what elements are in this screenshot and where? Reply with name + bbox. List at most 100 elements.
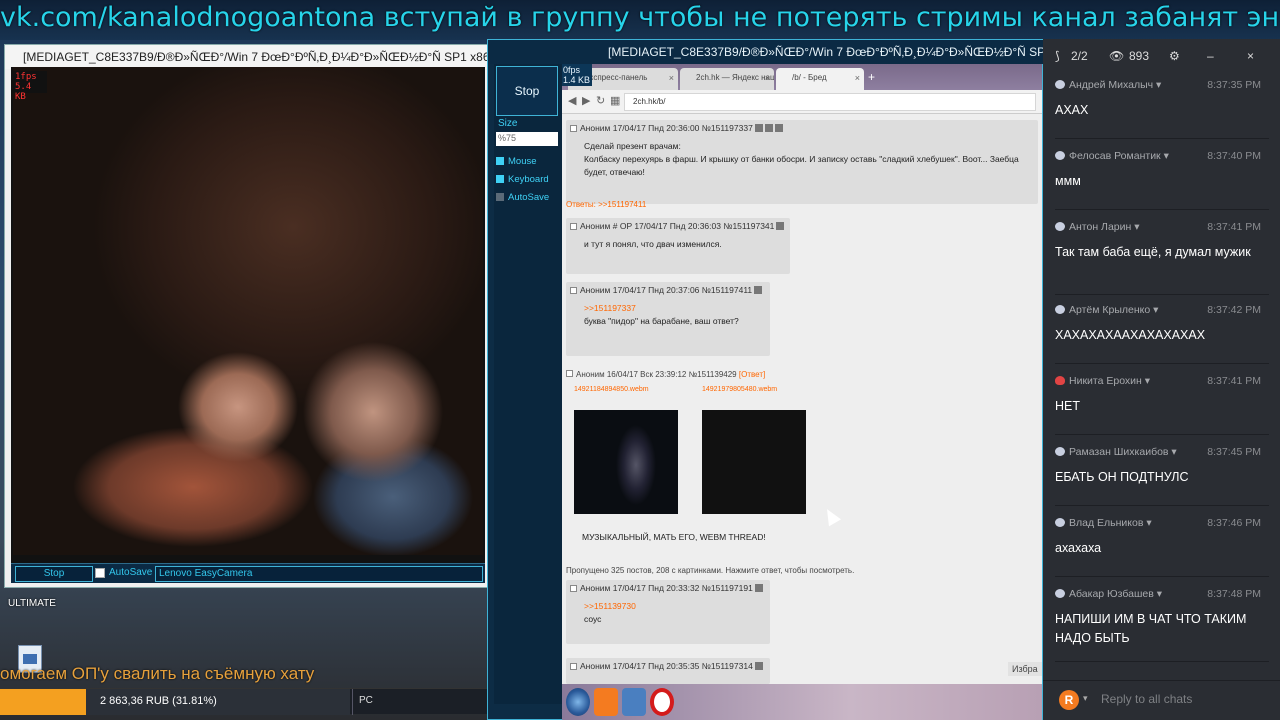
op-post-header: Аноним 16/04/17 Вск 23:39:12 №151139429 … bbox=[566, 370, 765, 379]
app-taskbar-icon[interactable] bbox=[622, 688, 646, 716]
progress-fill bbox=[0, 689, 87, 715]
reply-link[interactable]: >>151139730 bbox=[584, 600, 752, 613]
chevron-down-icon[interactable]: ▾ bbox=[1083, 693, 1088, 704]
reload-icon[interactable]: ↻ bbox=[596, 94, 605, 107]
chat-message[interactable]: Артём Крыленко ▾ 8:37:42 PM ХАХАХАХААХАХАХ… bbox=[1055, 304, 1269, 364]
chat-message[interactable]: Никита Ерохин ▾ 8:37:41 PM НЕТ bbox=[1055, 375, 1269, 435]
post-header: Аноним 17/04/17 Пнд 20:37:06 №151197411 bbox=[566, 282, 770, 298]
favorites-button[interactable]: Избра bbox=[1008, 662, 1042, 676]
new-tab-icon[interactable]: + bbox=[868, 70, 875, 84]
post-menu-icon[interactable] bbox=[754, 124, 763, 132]
url-field[interactable]: 2ch.hk/b/ bbox=[624, 93, 1036, 111]
vk-icon bbox=[1055, 151, 1065, 160]
reply-input[interactable]: Reply to all chats bbox=[1101, 692, 1192, 706]
post-checkbox[interactable] bbox=[570, 223, 577, 230]
forward-icon[interactable]: ▶ bbox=[582, 94, 590, 107]
mouse-cursor-icon bbox=[820, 505, 842, 527]
post-body: >>151197337 буква "пидор" на барабане, в… bbox=[566, 298, 770, 332]
message-time: 8:37:40 PM bbox=[1207, 150, 1261, 162]
chat-message[interactable]: Рамазан Шихкаибов ▾ 8:37:45 PM ЕБАТЬ ОН ПО… bbox=[1055, 446, 1269, 506]
webcam-window[interactable]: [MEDIAGET_C8E337B9/Ð®Ð»ÑŒÐ°/Win 7 ÐœÐ°Ðº… bbox=[4, 44, 490, 588]
chat-message[interactable]: Влад Ельников ▾ 8:37:46 PM ахахаха bbox=[1055, 517, 1269, 577]
message-time: 8:37:35 PM bbox=[1207, 79, 1261, 91]
answers-line[interactable]: Ответы: >>151197411 bbox=[566, 200, 646, 209]
bandwidth-value: 5.4 KB bbox=[15, 82, 32, 102]
post-checkbox[interactable] bbox=[570, 663, 577, 670]
tab-2ch-b[interactable]: /b/ - Бред × bbox=[776, 68, 864, 90]
author-name: Фелосав Романтик bbox=[1069, 150, 1161, 162]
post-151197411: Аноним 17/04/17 Пнд 20:37:06 №151197411 … bbox=[566, 282, 770, 356]
start-button-icon[interactable] bbox=[566, 688, 590, 716]
post-menu-icon[interactable] bbox=[754, 286, 763, 294]
chat-message[interactable]: Абакар Юзбашев ▾ 8:37:48 PM НАПИШИ ИМ В ЧА… bbox=[1055, 588, 1269, 662]
device-select[interactable]: Lenovo EasyCamera bbox=[155, 566, 483, 582]
gear-icon[interactable]: ⚙ bbox=[1169, 49, 1180, 63]
webm-thumbnail-1[interactable] bbox=[574, 410, 678, 514]
close-icon[interactable]: × bbox=[669, 68, 674, 88]
capture-stop-button[interactable]: Stop bbox=[496, 66, 558, 116]
reply-button[interactable]: [Ответ] bbox=[739, 370, 765, 379]
skipped-posts-line[interactable]: Пропущено 325 постов, 208 с картинками. … bbox=[566, 566, 854, 575]
vk-icon bbox=[1055, 80, 1065, 89]
webcam-image bbox=[13, 67, 483, 555]
post-checkbox[interactable] bbox=[570, 125, 577, 132]
pc-column: PC bbox=[352, 689, 480, 715]
browser-window[interactable]: Экспресс-панель × 2ch.hk — Яндекс нашлось… bbox=[562, 64, 1042, 684]
reply-link[interactable]: >>151197337 bbox=[584, 302, 752, 315]
tab-yandex[interactable]: 2ch.hk — Яндекс нашлось× bbox=[680, 68, 774, 90]
back-icon[interactable]: ◀ bbox=[568, 94, 576, 107]
autosave-option[interactable]: AutoSave bbox=[496, 192, 549, 203]
webm-link-1[interactable]: 14921184894850.webm bbox=[574, 386, 649, 393]
autosave-label: AutoSave bbox=[109, 567, 153, 578]
webm-link-2[interactable]: 14921979805480.webm bbox=[702, 386, 777, 393]
message-time: 8:37:45 PM bbox=[1207, 446, 1261, 458]
post-menu-icon[interactable] bbox=[754, 584, 763, 592]
post-checkbox[interactable] bbox=[570, 287, 577, 294]
opera-taskbar-icon[interactable] bbox=[650, 688, 674, 716]
chat-message[interactable]: Антон Ларин ▾ 8:37:41 PM Так там баба ещё,… bbox=[1055, 221, 1269, 295]
message-time: 8:37:48 PM bbox=[1207, 588, 1261, 600]
webcam-window-title[interactable]: [MEDIAGET_C8E337B9/Ð®Ð»ÑŒÐ°/Win 7 ÐœÐ°Ðº… bbox=[5, 45, 489, 69]
restream-logo-icon[interactable]: R bbox=[1059, 690, 1079, 710]
autosave-checkbox[interactable] bbox=[496, 193, 504, 201]
capture-window-title[interactable]: [MEDIAGET_C8E337B9/Ð®Ð»ÑŒÐ°/Win 7 ÐœÐ°Ðº… bbox=[488, 40, 1044, 64]
post-text: и тут я понял, что двач изменился. bbox=[584, 239, 722, 249]
size-select[interactable]: %75 bbox=[496, 132, 558, 146]
post-menu-icon[interactable] bbox=[774, 124, 783, 132]
browser-tab-bar: Экспресс-панель × 2ch.hk — Яндекс нашлось… bbox=[562, 64, 1042, 90]
post-menu-icon[interactable] bbox=[754, 662, 763, 670]
answers-link[interactable]: Ответы: >>151197411 bbox=[566, 200, 646, 209]
chat-message[interactable]: Андрей Михалыч ▾ 8:37:35 PM АХАХ bbox=[1055, 79, 1269, 139]
post-menu-icon[interactable] bbox=[776, 222, 785, 230]
keyboard-option[interactable]: Keyboard bbox=[496, 174, 549, 185]
post-151197314: Аноним 17/04/17 Пнд 20:35:35 №151197314 bbox=[566, 658, 770, 684]
vk-icon bbox=[1055, 518, 1065, 527]
webcam-stop-button[interactable]: Stop bbox=[15, 566, 93, 582]
grid-icon[interactable]: ▦ bbox=[610, 94, 620, 107]
vk-icon bbox=[1055, 222, 1065, 231]
rss-icon[interactable]: ⟆ bbox=[1055, 49, 1060, 63]
post-menu-icon[interactable] bbox=[764, 124, 773, 132]
close-icon[interactable]: × bbox=[1247, 49, 1254, 63]
capture-window[interactable]: [MEDIAGET_C8E337B9/Ð®Ð»ÑŒÐ°/Win 7 ÐœÐ°Ðº… bbox=[487, 39, 1044, 720]
browser-taskbar-icon[interactable] bbox=[594, 688, 618, 716]
thread-page[interactable]: Аноним 17/04/17 Пнд 20:36:00 №151197337 … bbox=[562, 114, 1042, 684]
close-icon[interactable]: × bbox=[855, 68, 860, 88]
webcam-controls: Stop AutoSave Lenovo EasyCamera bbox=[11, 563, 485, 583]
minimize-icon[interactable]: – bbox=[1207, 49, 1214, 63]
autosave-checkbox[interactable] bbox=[95, 568, 105, 578]
post-meta: Аноним 16/04/17 Вск 23:39:12 №151139429 bbox=[576, 370, 737, 379]
desktop-ultimate-label: ULTIMATE bbox=[8, 598, 56, 609]
webm-thumbnail-2[interactable] bbox=[702, 410, 806, 514]
mouse-checkbox[interactable] bbox=[496, 157, 504, 165]
keyboard-checkbox[interactable] bbox=[496, 175, 504, 183]
message-text: АХАХ bbox=[1055, 103, 1089, 117]
chat-message[interactable]: Фелосав Романтик ▾ 8:37:40 PM ммм bbox=[1055, 150, 1269, 210]
message-text: ммм bbox=[1055, 174, 1081, 188]
stream-banner: vk.com/kanalodnogoantona вступай в групп… bbox=[0, 0, 1280, 40]
close-icon[interactable]: × bbox=[765, 68, 770, 88]
post-checkbox[interactable] bbox=[566, 370, 573, 377]
post-checkbox[interactable] bbox=[570, 585, 577, 592]
post-151197341: Аноним # OP 17/04/17 Пнд 20:36:03 №15119… bbox=[566, 218, 790, 274]
mouse-option[interactable]: Mouse bbox=[496, 156, 537, 167]
